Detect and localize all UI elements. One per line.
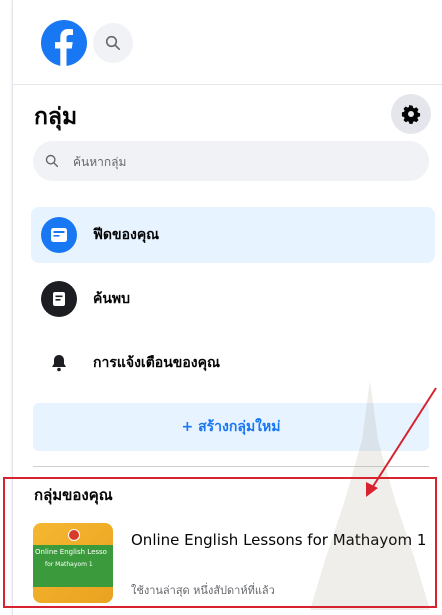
feed-icon bbox=[41, 217, 77, 253]
search-icon bbox=[45, 154, 59, 168]
sidebar-item-label: ฟีดของคุณ bbox=[93, 227, 160, 243]
search-icon bbox=[105, 35, 120, 50]
top-bar bbox=[13, 0, 442, 85]
page-title: กลุ่ม bbox=[34, 104, 78, 130]
annotation-highlight-box bbox=[3, 477, 437, 608]
settings-button[interactable] bbox=[391, 94, 431, 134]
bell-icon bbox=[41, 345, 77, 381]
sidebar-item-discover[interactable]: ค้นพบ bbox=[31, 271, 435, 327]
sidebar-item-your-feed[interactable]: ฟีดของคุณ bbox=[31, 207, 435, 263]
group-search-input[interactable] bbox=[71, 141, 415, 183]
gear-icon bbox=[401, 104, 421, 124]
search-button[interactable] bbox=[93, 23, 133, 63]
group-search-field[interactable] bbox=[33, 141, 429, 183]
sidebar-item-label: ค้นพบ bbox=[93, 291, 131, 307]
discover-icon bbox=[41, 281, 77, 317]
sidebar-item-label: การแจ้งเตือนของคุณ bbox=[93, 355, 220, 371]
facebook-logo-icon[interactable] bbox=[41, 20, 87, 66]
